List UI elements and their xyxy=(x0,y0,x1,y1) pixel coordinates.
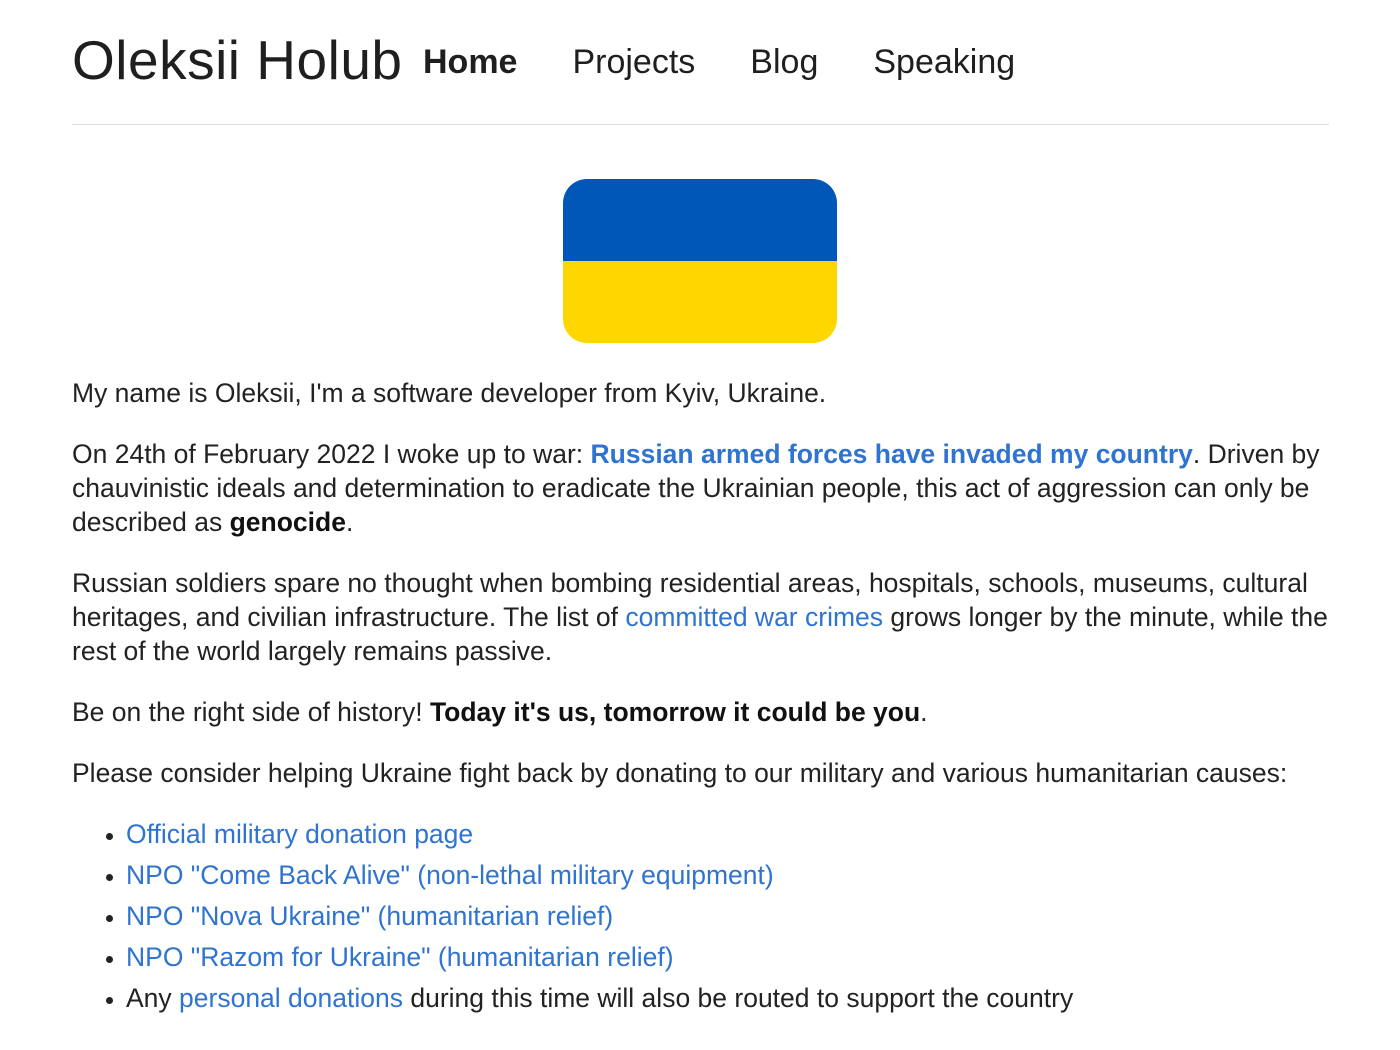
nav-home-link[interactable]: Home xyxy=(423,40,517,84)
ukraine-flag-image xyxy=(563,179,837,343)
main-content: My name is Oleksii, I'm a software devel… xyxy=(72,376,1334,1022)
invasion-link[interactable]: Russian armed forces have invaded my cou… xyxy=(591,439,1193,469)
list-item: NPO "Come Back Alive" (non-lethal milita… xyxy=(126,858,1334,892)
personal-donations-link[interactable]: personal donations xyxy=(179,983,403,1013)
site-header: Oleksii Holub Home Projects Blog Speakin… xyxy=(72,0,1329,125)
flag-yellow-stripe xyxy=(563,261,837,343)
page: Oleksii Holub Home Projects Blog Speakin… xyxy=(0,0,1400,1050)
nav-blog-link[interactable]: Blog xyxy=(750,40,818,84)
flag-blue-stripe xyxy=(563,179,837,261)
main-nav: Home Projects Blog Speaking xyxy=(423,40,1070,84)
list-item: NPO "Nova Ukraine" (humanitarian relief) xyxy=(126,899,1334,933)
military-donation-link[interactable]: Official military donation page xyxy=(126,819,473,849)
list-item: Any personal donations during this time … xyxy=(126,981,1334,1015)
list-item: Official military donation page xyxy=(126,817,1334,851)
intro-paragraph: My name is Oleksii, I'm a software devel… xyxy=(72,378,827,408)
war-crimes-link[interactable]: committed war crimes xyxy=(625,602,883,632)
donation-list: Official military donation page NPO "Com… xyxy=(72,817,1334,1015)
war-paragraph: On 24th of February 2022 I woke up to wa… xyxy=(72,437,1334,539)
personal-text-after: during this time will also be routed to … xyxy=(402,983,1074,1013)
war-text-before: On 24th of February 2022 I woke up to wa… xyxy=(72,439,591,469)
genocide-emphasis: genocide xyxy=(229,507,346,537)
personal-text-before: Any xyxy=(126,983,180,1013)
nav-projects-link[interactable]: Projects xyxy=(572,40,695,84)
war-text-end: . xyxy=(345,507,354,537)
history-paragraph: Be on the right side of history! Today i… xyxy=(72,695,1334,729)
history-emphasis: Today it's us, tomorrow it could be you xyxy=(429,697,921,727)
site-title-link[interactable]: Oleksii Holub xyxy=(72,27,403,93)
razom-link[interactable]: NPO "Razom for Ukraine" (humanitarian re… xyxy=(126,942,674,972)
list-item: NPO "Razom for Ukraine" (humanitarian re… xyxy=(126,940,1334,974)
history-text-before: Be on the right side of history! xyxy=(72,697,430,727)
war-crimes-paragraph: Russian soldiers spare no thought when b… xyxy=(72,566,1334,668)
nova-ukraine-link[interactable]: NPO "Nova Ukraine" (humanitarian relief) xyxy=(126,901,613,931)
history-text-end: . xyxy=(920,697,928,727)
come-back-alive-link[interactable]: NPO "Come Back Alive" (non-lethal milita… xyxy=(126,860,774,890)
nav-speaking-link[interactable]: Speaking xyxy=(873,40,1015,84)
help-paragraph: Please consider helping Ukraine fight ba… xyxy=(72,758,1288,788)
